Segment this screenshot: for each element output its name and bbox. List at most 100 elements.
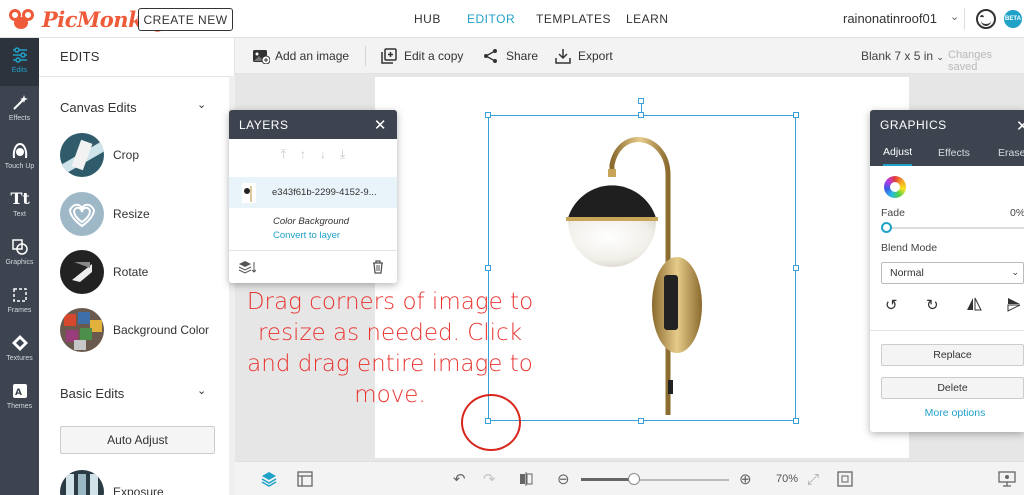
rail-textures[interactable]: Textures	[0, 326, 39, 374]
rail-edits[interactable]: Edits	[0, 38, 39, 86]
color-wheel-icon[interactable]	[884, 176, 906, 198]
frame-icon	[11, 286, 29, 304]
rail-label: Themes	[6, 403, 33, 410]
convert-to-layer-link[interactable]: Convert to layer	[273, 230, 340, 241]
create-new-button[interactable]: CREATE NEW	[138, 8, 233, 31]
blend-mode-select[interactable]: Normal ⌄	[881, 262, 1024, 284]
move-down-icon[interactable]: ↓	[320, 147, 326, 165]
section-canvas-edits[interactable]: Canvas Edits	[60, 100, 137, 115]
canvas-size-dropdown[interactable]: Blank 7 x 5 in ⌄	[861, 49, 944, 63]
shapes-icon	[11, 238, 29, 256]
rotate-handle[interactable]	[638, 98, 644, 104]
nav-hub[interactable]: HUB	[414, 0, 441, 38]
share-button[interactable]: Share	[483, 38, 538, 74]
layers-panel: LAYERS ✕ ⤒ ↑ ↓ ⤓ e343f61b-2299-4152-9...…	[229, 110, 397, 283]
rail-label: Edits	[11, 67, 28, 74]
move-up-icon[interactable]: ↑	[300, 147, 306, 165]
resize-handle-left[interactable]	[485, 265, 491, 271]
tool-background-color[interactable]: Background Color	[60, 308, 225, 352]
resize-thumbnail	[60, 192, 104, 236]
rail-themes[interactable]: A Themes	[0, 374, 39, 422]
feedback-smile-icon[interactable]	[976, 9, 996, 29]
delete-button[interactable]: Delete	[881, 377, 1024, 399]
rail-touch-up[interactable]: Touch Up	[0, 134, 39, 182]
resize-handle-right[interactable]	[793, 265, 799, 271]
close-icon[interactable]: ✕	[374, 116, 387, 134]
redo-icon[interactable]: ↷	[483, 462, 496, 495]
divider	[365, 46, 366, 66]
zoom-in-icon[interactable]: ⊕	[739, 462, 752, 495]
rail-label: Graphics	[5, 259, 34, 266]
layer-item[interactable]: e343f61b-2299-4152-9...	[229, 177, 397, 208]
nav-learn[interactable]: LEARN	[626, 0, 669, 38]
edit-copy-button[interactable]: Edit a copy	[381, 38, 463, 74]
grid-icon[interactable]	[297, 462, 313, 495]
trash-icon[interactable]	[372, 260, 384, 277]
beta-badge[interactable]: BETA	[1004, 10, 1022, 28]
resize-handle-top[interactable]	[638, 112, 644, 118]
fade-slider-track[interactable]	[886, 227, 1024, 229]
compare-icon[interactable]	[519, 462, 533, 495]
fade-label: Fade	[881, 207, 905, 219]
zoom-out-icon[interactable]: ⊖	[557, 462, 570, 495]
chevron-down-icon[interactable]: ⌄	[950, 10, 959, 23]
rail-graphics[interactable]: Graphics	[0, 230, 39, 278]
blend-mode-label: Blend Mode	[881, 242, 938, 254]
layers-stack-icon[interactable]	[238, 260, 257, 277]
section-basic-edits[interactable]: Basic Edits	[60, 386, 124, 401]
add-image-button[interactable]: Add an image	[252, 38, 349, 74]
rotate-left-icon[interactable]: ↺	[885, 296, 898, 314]
chevron-down-icon[interactable]: ⌄	[197, 384, 206, 397]
sliders-icon	[11, 46, 29, 64]
tool-rotate[interactable]: Rotate	[60, 250, 225, 294]
fade-slider-handle[interactable]	[881, 222, 892, 233]
rail-text[interactable]: Tt Text	[0, 182, 39, 230]
tab-effects[interactable]: Effects	[938, 139, 970, 166]
bring-to-front-icon[interactable]: ⤒	[281, 147, 286, 165]
themes-icon: A	[11, 382, 29, 400]
tool-resize[interactable]: Resize	[60, 192, 225, 236]
close-icon[interactable]: ✕	[1016, 117, 1024, 135]
layers-header[interactable]: LAYERS ✕	[229, 110, 397, 139]
flip-vertical-icon[interactable]	[1006, 296, 1022, 316]
rotate-thumbnail	[60, 250, 104, 294]
layer-name: e343f61b-2299-4152-9...	[272, 187, 377, 198]
rail-label: Text	[13, 211, 26, 218]
tab-adjust[interactable]: Adjust	[883, 139, 913, 166]
texture-icon	[11, 334, 29, 352]
tab-erase[interactable]: Erase	[998, 139, 1024, 166]
resize-handle-bottom[interactable]	[638, 418, 644, 424]
tool-crop[interactable]: Crop	[60, 133, 225, 177]
export-button[interactable]: Export	[555, 38, 613, 74]
chevron-down-icon: ⌄	[936, 52, 944, 62]
tool-exposure[interactable]: Exposure	[60, 470, 225, 495]
face-icon	[11, 142, 29, 160]
resize-handle-top-left[interactable]	[485, 112, 491, 118]
rail-frames[interactable]: Frames	[0, 278, 39, 326]
exposure-thumbnail	[60, 470, 104, 495]
undo-icon[interactable]: ↶	[453, 462, 466, 495]
more-options-link[interactable]: More options	[870, 407, 1024, 419]
chevron-down-icon[interactable]: ⌄	[197, 98, 206, 111]
layers-toggle-icon[interactable]	[261, 462, 277, 495]
auto-adjust-button[interactable]: Auto Adjust	[60, 426, 215, 454]
fade-value: 0%	[1010, 207, 1024, 219]
fit-icon[interactable]: ⤢	[807, 462, 819, 495]
send-to-back-icon[interactable]: ⤓	[340, 147, 345, 165]
rail-effects[interactable]: Effects	[0, 86, 39, 134]
present-icon[interactable]	[998, 462, 1016, 495]
fullscreen-icon[interactable]	[837, 462, 853, 495]
resize-handle-top-right[interactable]	[793, 112, 799, 118]
resize-handle-bottom-right[interactable]	[793, 418, 799, 424]
tool-label: Exposure	[113, 485, 164, 495]
nav-templates[interactable]: TEMPLATES	[536, 0, 611, 38]
username[interactable]: rainonatinroof01	[843, 11, 937, 26]
blend-mode-value: Normal	[890, 267, 924, 279]
zoom-slider-handle[interactable]	[628, 473, 640, 485]
graphics-header[interactable]: GRAPHICS	[870, 110, 1024, 139]
nav-editor[interactable]: EDITOR	[467, 0, 515, 38]
text-icon: Tt	[10, 189, 30, 208]
rotate-right-icon[interactable]: ↻	[926, 296, 939, 314]
flip-horizontal-icon[interactable]	[966, 296, 982, 316]
replace-button[interactable]: Replace	[881, 344, 1024, 366]
